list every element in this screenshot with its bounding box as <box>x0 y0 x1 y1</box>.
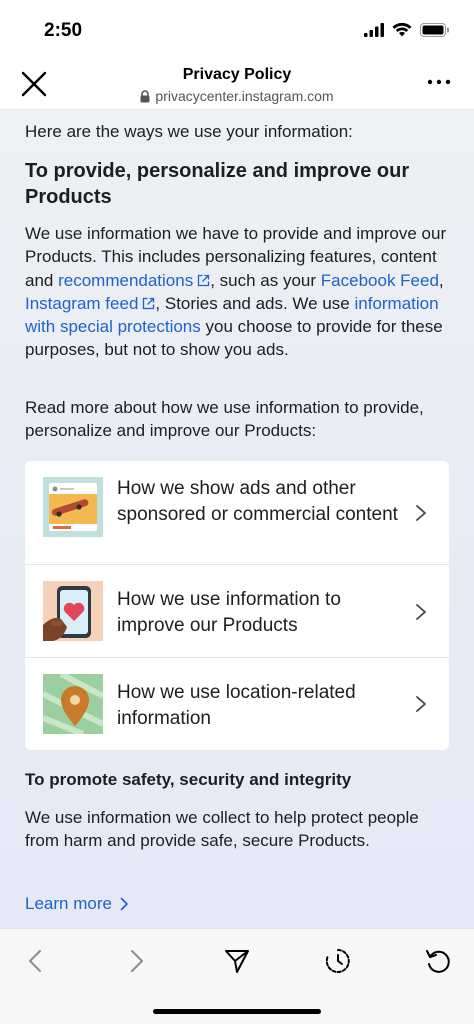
chevron-right-icon <box>416 505 426 521</box>
map-pin-icon <box>43 674 103 734</box>
learn-more-text: Learn more <box>25 894 112 913</box>
status-bar: 2:50 <box>0 0 474 58</box>
link-facebook-feed[interactable]: Facebook Feed <box>321 271 439 290</box>
back-icon[interactable] <box>22 947 50 975</box>
cellular-signal-icon <box>364 22 384 37</box>
external-link-icon <box>143 297 155 310</box>
link-instagram-feed[interactable]: Instagram feed <box>25 294 155 313</box>
section2-title: To promote safety, security and integrit… <box>25 770 352 789</box>
paragraph-products: We use information we have to provide an… <box>25 222 450 362</box>
card-label: How we show ads and other sponsored or c… <box>117 478 398 525</box>
reload-icon[interactable] <box>424 947 452 975</box>
url-text: privacycenter.instagram.com <box>155 88 334 104</box>
para-text: , <box>438 270 444 290</box>
status-time: 2:50 <box>44 20 83 41</box>
topics-card: How we show ads and other sponsored or c… <box>25 461 449 750</box>
battery-icon <box>420 22 449 37</box>
card-item-improve-products[interactable]: How we use information to improve our Pr… <box>25 565 449 658</box>
wifi-icon <box>392 22 412 37</box>
link-text: Instagram feed <box>25 293 139 313</box>
skateboard-ad-icon <box>43 477 103 537</box>
external-link-icon <box>198 274 210 286</box>
page-url: privacycenter.instagram.com <box>0 88 474 104</box>
page-content: Here are the ways we use your informatio… <box>0 110 474 928</box>
paragraph-safety: We use information we collect to help pr… <box>25 808 419 851</box>
para-text: , such as your <box>210 270 321 290</box>
card-label: How we use location-related information <box>117 682 356 729</box>
more-options-icon[interactable] <box>424 70 454 94</box>
learn-more-link[interactable]: Learn more <box>25 894 129 914</box>
chevron-right-icon <box>120 897 128 911</box>
chevron-right-icon <box>416 604 426 620</box>
home-indicator <box>153 1009 321 1014</box>
forward-icon[interactable] <box>122 947 150 975</box>
card-item-location[interactable]: How we use location-related information <box>25 658 449 750</box>
link-recommendations[interactable]: recommendations <box>58 271 210 290</box>
intro-text: Here are the ways we use your informatio… <box>25 122 353 141</box>
card-label: How we use information to improve our Pr… <box>117 589 341 636</box>
share-icon[interactable] <box>223 947 251 975</box>
paragraph-read-more: Read more about how we use information t… <box>25 398 424 441</box>
link-text: recommendations <box>58 270 194 290</box>
browser-toolbar <box>0 928 474 1024</box>
card-item-ads[interactable]: How we show ads and other sponsored or c… <box>25 461 449 565</box>
chevron-right-icon <box>416 696 426 712</box>
phone-heart-icon <box>43 581 103 641</box>
page-title: Privacy Policy <box>182 66 292 83</box>
section-title: To provide, personalize and improve our … <box>25 160 410 208</box>
para-text: , Stories and ads. We use <box>155 293 355 313</box>
browser-header: Privacy Policy privacycenter.instagram.c… <box>0 58 474 110</box>
lock-icon <box>140 89 150 102</box>
history-icon[interactable] <box>324 947 352 975</box>
status-icons <box>364 22 450 37</box>
